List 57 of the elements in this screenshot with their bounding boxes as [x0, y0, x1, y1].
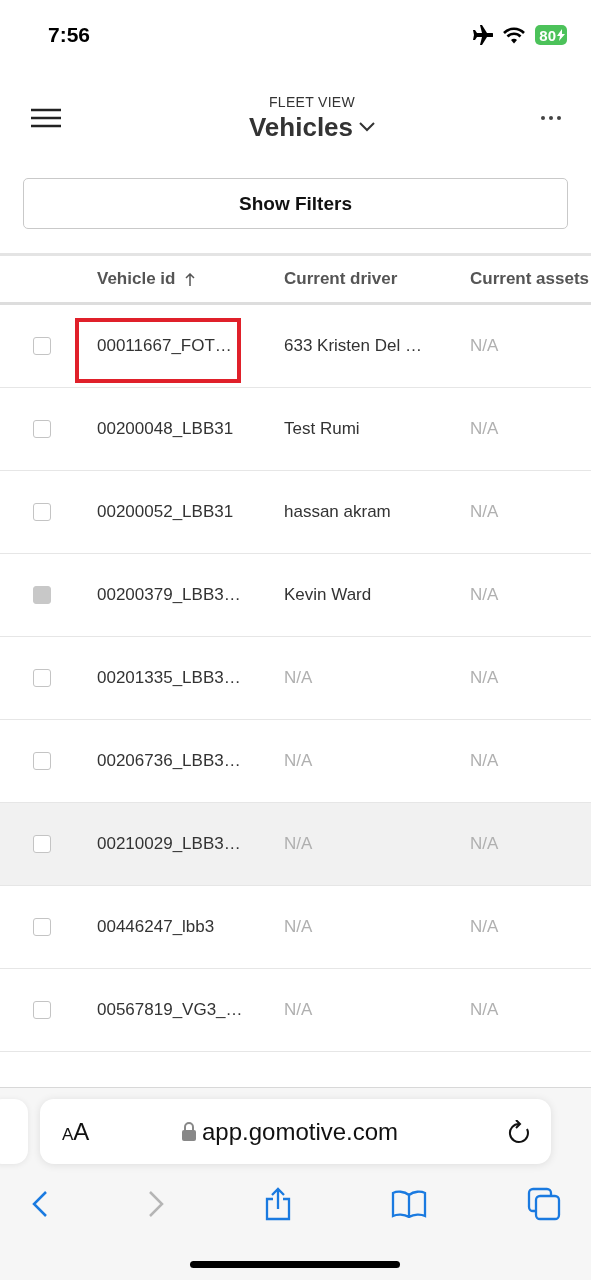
row-checkbox[interactable]: [33, 918, 51, 936]
vehicle-id[interactable]: 00201335_LBB3…: [97, 654, 241, 701]
sort-up-icon[interactable]: [185, 272, 196, 286]
airplane-icon: [471, 25, 494, 45]
driver-name: N/A: [284, 917, 313, 936]
wifi-icon: [503, 26, 526, 44]
column-header[interactable]: Current driver: [284, 269, 398, 289]
lock-icon: [182, 1122, 196, 1141]
more-icon[interactable]: [541, 116, 561, 120]
tabs-icon[interactable]: [527, 1187, 561, 1221]
driver-name: 633 Kristen Del …: [284, 336, 422, 355]
row-checkbox[interactable]: [33, 420, 51, 438]
back-icon[interactable]: [32, 1190, 48, 1218]
assets-value: N/A: [470, 585, 499, 604]
column-header[interactable]: Current assets: [470, 269, 590, 289]
address-bar[interactable]: AA app.gomotive.com: [40, 1099, 551, 1164]
assets-value: N/A: [470, 1000, 499, 1019]
page-eyebrow: FLEET VIEW: [269, 93, 355, 110]
vehicle-id[interactable]: 00206736_LBB3…: [97, 737, 241, 784]
status-time: 7:56: [48, 23, 91, 47]
column-header[interactable]: Vehicle id: [97, 269, 176, 289]
vehicle-id[interactable]: 00200048_LBB31: [97, 405, 234, 452]
row-checkbox[interactable]: [33, 835, 51, 853]
driver-name: N/A: [284, 834, 313, 853]
driver-name: N/A: [284, 751, 313, 770]
vehicle-id[interactable]: 00210029_LBB3…: [97, 820, 241, 867]
driver-name: N/A: [284, 1000, 313, 1019]
assets-value: N/A: [470, 917, 499, 936]
text-size-button[interactable]: AA: [62, 1117, 90, 1146]
driver-name: N/A: [284, 668, 313, 687]
assets-value: N/A: [470, 751, 499, 770]
assets-value: N/A: [470, 419, 499, 438]
driver-name: hassan akram: [284, 502, 391, 521]
vehicle-id[interactable]: 00446247_lbb3: [97, 903, 215, 950]
chevron-down-icon[interactable]: [359, 122, 376, 132]
reload-icon[interactable]: [507, 1119, 529, 1144]
row-checkbox[interactable]: [33, 503, 51, 521]
driver-name: Test Rumi: [284, 419, 360, 438]
assets-value: N/A: [470, 336, 499, 355]
row-checkbox[interactable]: [33, 1001, 51, 1019]
row-checkbox[interactable]: [33, 669, 51, 687]
assets-value: N/A: [470, 502, 499, 521]
battery-icon: 80: [535, 25, 567, 45]
highlighted-row[interactable]: 00210029_LBB3… N/A N/A: [0, 803, 591, 886]
show-filters-button[interactable]: Show Filters: [23, 178, 568, 229]
assets-value: N/A: [470, 834, 499, 853]
book-icon[interactable]: [391, 1190, 428, 1218]
row-checkbox[interactable]: [33, 752, 51, 770]
row-checkbox[interactable]: [33, 337, 51, 355]
driver-name: Kevin Ward: [284, 585, 372, 604]
share-icon[interactable]: [263, 1187, 292, 1221]
vehicle-id[interactable]: 00200052_LBB31: [97, 488, 234, 535]
menu-icon[interactable]: [31, 108, 61, 128]
page-title[interactable]: Vehicles: [248, 111, 354, 143]
assets-value: N/A: [470, 668, 499, 687]
vehicle-id[interactable]: 00567819_VG3_…: [97, 986, 243, 1033]
url-text[interactable]: app.gomotive.com: [202, 1117, 399, 1146]
